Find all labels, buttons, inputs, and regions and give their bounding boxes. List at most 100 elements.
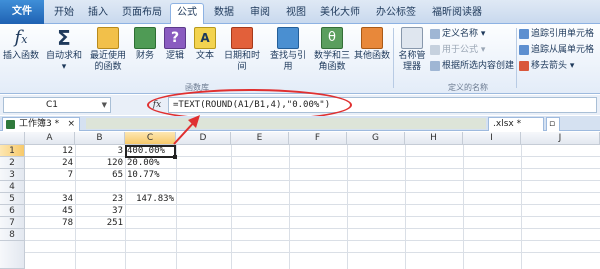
column-header[interactable]: H [405, 132, 463, 145]
insert-function-button[interactable]: fx 插入函数 [2, 27, 40, 62]
group-label-defined-names: 定义的名称 [448, 83, 488, 92]
define-name-button[interactable]: 定义名称 ▾ [430, 28, 485, 41]
recent-functions-button[interactable]: 最近使用的函数 [86, 27, 130, 73]
row-header[interactable]: 7 [0, 217, 25, 229]
cell-a6[interactable]: 45 [25, 205, 75, 217]
tab-home[interactable]: 开始 [48, 4, 80, 24]
ribbon-separator [393, 28, 394, 88]
tab-file[interactable]: 文件 [0, 0, 44, 24]
create-from-selection-icon [430, 60, 440, 71]
column-header[interactable]: E [231, 132, 289, 145]
fill-handle[interactable] [173, 155, 177, 159]
cell-b1[interactable]: 3 [75, 145, 125, 157]
row-header[interactable]: 2 [0, 157, 25, 169]
cell-b5[interactable]: 23 [75, 193, 125, 205]
define-name-icon [430, 28, 440, 39]
remove-arrows-button[interactable]: 移去箭头 ▾ [519, 60, 574, 73]
trace-dependents-icon [519, 44, 529, 55]
tab-beautify-master[interactable]: 美化大师 [314, 4, 366, 24]
column-header[interactable]: J [521, 132, 600, 145]
gridline [347, 145, 348, 269]
name-manager-icon [401, 27, 423, 49]
name-box[interactable]: C1 ▼ [3, 97, 111, 113]
cell-a3[interactable]: 7 [25, 169, 75, 181]
date-time-button[interactable]: 日期和时间 [220, 27, 264, 73]
create-from-selection-button[interactable]: 根据所选内容创建 [430, 60, 514, 73]
more-functions-button[interactable]: 其他函数 [354, 27, 390, 62]
gridline [405, 145, 406, 269]
cell-a2[interactable]: 24 [25, 157, 75, 169]
tab-review[interactable]: 审阅 [244, 4, 276, 24]
cell-a7[interactable]: 78 [25, 217, 75, 229]
cell-c3[interactable]: 10.77% [125, 169, 176, 181]
tab-view[interactable]: 视图 [280, 4, 312, 24]
tab-data[interactable]: 数据 [208, 4, 240, 24]
row-header[interactable]: 4 [0, 181, 25, 193]
row-header[interactable]: 6 [0, 205, 25, 217]
active-cell-border [125, 145, 176, 158]
trace-dependents-button[interactable]: 追踪从属单元格 [519, 44, 594, 57]
cell-b2[interactable]: 120 [75, 157, 125, 169]
chevron-down-icon[interactable]: ▼ [102, 98, 107, 112]
use-in-formula-button[interactable]: 用于公式 ▾ [430, 44, 485, 57]
row-header[interactable]: 3 [0, 169, 25, 181]
column-header[interactable]: I [463, 132, 521, 145]
annotation-arrow [173, 115, 200, 145]
use-in-formula-icon [430, 44, 440, 55]
column-header[interactable]: F [289, 132, 347, 145]
column-header[interactable]: G [347, 132, 405, 145]
workbook-tab-active[interactable]: 工作簿3 * × [2, 117, 80, 131]
tab-insert[interactable]: 插入 [82, 4, 114, 24]
new-document-icon: ▫ [549, 119, 556, 129]
gridline [25, 252, 600, 253]
select-all-corner[interactable] [0, 132, 25, 145]
theta-book-icon: θ [321, 27, 343, 49]
tab-office-tabs[interactable]: 办公标签 [370, 4, 422, 24]
logical-button[interactable]: ? 逻辑 [162, 27, 188, 62]
cell-c2[interactable]: 20.00% [125, 157, 176, 169]
text-button[interactable]: A 文本 [192, 27, 218, 62]
workbook-tab-xlsx[interactable]: .xlsx * [488, 117, 544, 131]
trace-precedents-button[interactable]: 追踪引用单元格 [519, 28, 594, 41]
name-manager-button[interactable]: 名称管理器 [396, 27, 428, 73]
gridline [521, 145, 522, 269]
row-header[interactable]: 1 [0, 145, 25, 157]
gridline [176, 145, 177, 269]
tab-foxit-reader[interactable]: 福昕阅读器 [426, 4, 488, 24]
workbook-tab-bar: 工作簿3 * × .xlsx * ▫ [0, 116, 600, 131]
tab-page-layout[interactable]: 页面布局 [116, 4, 168, 24]
blurred-workbook-tabs [86, 118, 486, 129]
star-book-icon [97, 27, 119, 49]
cell-b7[interactable]: 251 [75, 217, 125, 229]
ribbon-separator [516, 28, 517, 88]
search-book-icon [277, 27, 299, 49]
column-header[interactable]: B [75, 132, 125, 145]
cell-a5[interactable]: 34 [25, 193, 75, 205]
gridline [231, 145, 232, 269]
text-book-icon: A [194, 27, 216, 49]
math-trig-button[interactable]: θ 数学和三角函数 [312, 27, 352, 73]
gridline [25, 240, 600, 241]
cell-c5[interactable]: 147.83% [125, 193, 176, 205]
column-header[interactable]: A [25, 132, 75, 145]
clock-book-icon [231, 27, 253, 49]
more-book-icon [361, 27, 383, 49]
trace-precedents-icon [519, 28, 529, 39]
autosum-button[interactable]: Σ 自动求和 ▾ [44, 27, 84, 73]
excel-workbook-icon [6, 120, 15, 129]
ribbon-formulas-panel: fx 插入函数 Σ 自动求和 ▾ 最近使用的函数 财务 ? 逻辑 A 文本 日期… [0, 24, 600, 94]
row-header[interactable]: 5 [0, 193, 25, 205]
close-icon[interactable]: × [67, 118, 75, 131]
column-header[interactable]: C [125, 132, 176, 145]
tab-formulas[interactable]: 公式 [170, 3, 204, 24]
worksheet-grid[interactable]: A B C D E F G H I J 1 2 3 4 5 6 7 8 12 3… [0, 132, 600, 269]
lookup-reference-button[interactable]: 查找与引用 [266, 27, 310, 73]
new-tab-button[interactable]: ▫ [546, 117, 560, 131]
ribbon-tab-bar: 文件 开始 插入 页面布局 公式 数据 审阅 视图 美化大师 办公标签 福昕阅读… [0, 0, 600, 24]
financial-button[interactable]: 财务 [132, 27, 158, 62]
cell-b3[interactable]: 65 [75, 169, 125, 181]
row-header[interactable]: 8 [0, 229, 25, 241]
cell-a1[interactable]: 12 [25, 145, 75, 157]
cell-b6[interactable]: 37 [75, 205, 125, 217]
gridline [289, 145, 290, 269]
